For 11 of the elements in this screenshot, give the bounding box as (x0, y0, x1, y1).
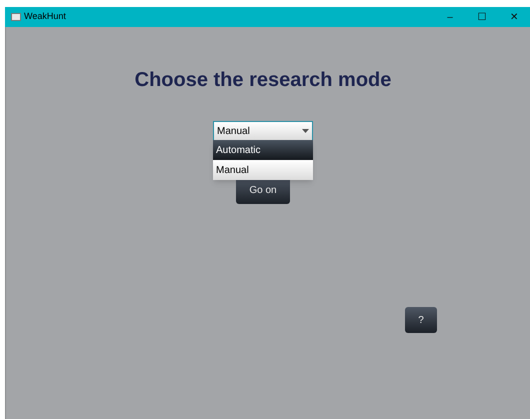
app-icon (11, 13, 21, 21)
dropdown-option[interactable]: Automatic (213, 140, 313, 160)
window-title: WeakHunt (24, 10, 66, 24)
help-button[interactable]: ? (405, 307, 437, 333)
minimize-button[interactable]: – (434, 7, 466, 27)
caret-icon (302, 129, 309, 133)
dropdown-option[interactable]: Manual (213, 160, 313, 180)
mode-select[interactable]: Manual (213, 121, 313, 141)
heading: Choose the research mode (134, 68, 392, 93)
close-button[interactable]: ✕ (498, 7, 530, 27)
maximize-button[interactable]: ☐ (466, 7, 498, 27)
